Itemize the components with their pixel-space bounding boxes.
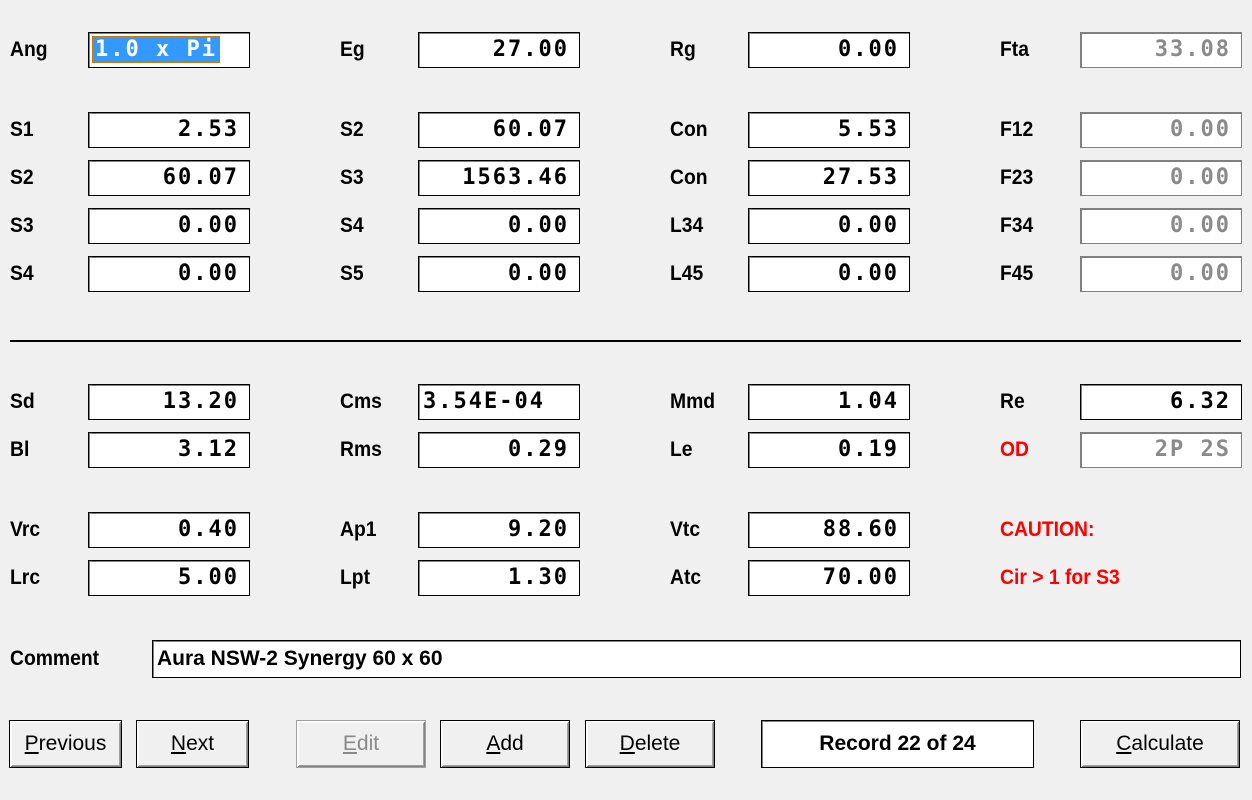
ang-label: Ang <box>10 38 48 61</box>
f12-field: 0.00 <box>1080 112 1242 148</box>
con-label: Con <box>670 118 708 141</box>
edit-hotkey: E <box>342 732 357 755</box>
delete-label: elete <box>634 732 681 755</box>
fta-field: 33.08 <box>1080 32 1242 68</box>
con-field[interactable]: 27.53 <box>748 160 910 196</box>
lrc-field[interactable]: 5.00 <box>88 560 250 596</box>
f45-field: 0.00 <box>1080 256 1242 292</box>
atc-field[interactable]: 70.00 <box>748 560 910 596</box>
ang-value-selected: 1.0 x Pi <box>93 37 219 62</box>
od-field: 2P 2S <box>1080 432 1242 468</box>
vrc-field[interactable]: 0.40 <box>88 512 250 548</box>
re-label: Re <box>1000 390 1025 413</box>
con-label: Con <box>670 166 708 189</box>
add-button[interactable]: Add <box>440 720 570 768</box>
s4-field[interactable]: 0.00 <box>418 208 580 244</box>
s2-field[interactable]: 60.07 <box>88 160 250 196</box>
ang-field[interactable]: 1.0 x Pi <box>88 32 250 68</box>
s4-field[interactable]: 0.00 <box>88 256 250 292</box>
vrc-label: Vrc <box>10 518 41 541</box>
previous-button[interactable]: Previous <box>9 720 122 768</box>
add-label: dd <box>500 732 524 755</box>
rg-field[interactable]: 0.00 <box>748 32 910 68</box>
le-field[interactable]: 0.19 <box>748 432 910 468</box>
next-label: ext <box>186 732 215 755</box>
s2-field[interactable]: 60.07 <box>418 112 580 148</box>
bl-field[interactable]: 3.12 <box>88 432 250 468</box>
section-divider <box>10 340 1241 342</box>
atc-label: Atc <box>670 566 702 589</box>
vtc-field[interactable]: 88.60 <box>748 512 910 548</box>
s1-field[interactable]: 2.53 <box>88 112 250 148</box>
f23-label: F23 <box>1000 166 1034 189</box>
l45-label: L45 <box>670 262 704 285</box>
s4-label: S4 <box>340 214 364 237</box>
lpt-label: Lpt <box>340 566 371 589</box>
s2-label: S2 <box>10 166 34 189</box>
lpt-field[interactable]: 1.30 <box>418 560 580 596</box>
next-hotkey: N <box>170 732 187 755</box>
rms-field[interactable]: 0.29 <box>418 432 580 468</box>
previous-label: revious <box>38 732 107 755</box>
s4-label: S4 <box>10 262 34 285</box>
l45-field[interactable]: 0.00 <box>748 256 910 292</box>
f34-label: F34 <box>1000 214 1034 237</box>
previous-hotkey: P <box>24 732 39 755</box>
record-indicator: Record 22 of 24 <box>761 720 1034 768</box>
comment-field[interactable]: Aura NSW-2 Synergy 60 x 60 <box>152 640 1241 678</box>
caution-title: CAUTION: <box>1000 518 1095 541</box>
eg-field[interactable]: 27.00 <box>418 32 580 68</box>
caution-message: Cir > 1 for S3 <box>1000 566 1120 589</box>
sd-field[interactable]: 13.20 <box>88 384 250 420</box>
s1-label: S1 <box>10 118 34 141</box>
cms-label: Cms <box>340 390 382 413</box>
s5-label: S5 <box>340 262 364 285</box>
rms-label: Rms <box>340 438 382 461</box>
f34-field: 0.00 <box>1080 208 1242 244</box>
ap1-label: Ap1 <box>340 518 377 541</box>
eg-label: Eg <box>340 38 365 61</box>
next-button[interactable]: Next <box>136 720 249 768</box>
mmd-label: Mmd <box>670 390 716 413</box>
fta-label: Fta <box>1000 38 1029 61</box>
f12-label: F12 <box>1000 118 1034 141</box>
s3-label: S3 <box>10 214 34 237</box>
delete-button[interactable]: Delete <box>585 720 715 768</box>
re-field[interactable]: 6.32 <box>1080 384 1242 420</box>
od-label: OD <box>1000 438 1029 461</box>
con-field[interactable]: 5.53 <box>748 112 910 148</box>
edit-label: dit <box>356 732 380 755</box>
calculate-hotkey: C <box>1116 732 1132 755</box>
s3-field[interactable]: 0.00 <box>88 208 250 244</box>
f23-field: 0.00 <box>1080 160 1242 196</box>
delete-hotkey: D <box>619 732 635 755</box>
ap1-field[interactable]: 9.20 <box>418 512 580 548</box>
calculate-label: alculate <box>1131 732 1204 755</box>
sd-label: Sd <box>10 390 35 413</box>
le-label: Le <box>670 438 693 461</box>
lrc-label: Lrc <box>10 566 41 589</box>
add-hotkey: A <box>486 732 501 755</box>
s3-label: S3 <box>340 166 364 189</box>
comment-label: Comment <box>10 647 100 670</box>
bl-label: Bl <box>10 438 30 461</box>
rg-label: Rg <box>670 38 696 61</box>
mmd-field[interactable]: 1.04 <box>748 384 910 420</box>
l34-field[interactable]: 0.00 <box>748 208 910 244</box>
edit-button: Edit <box>296 720 426 768</box>
cms-field[interactable]: 3.54E-04 <box>418 384 580 420</box>
calculate-button[interactable]: Calculate <box>1080 720 1240 768</box>
vtc-label: Vtc <box>670 518 701 541</box>
f45-label: F45 <box>1000 262 1034 285</box>
s5-field[interactable]: 0.00 <box>418 256 580 292</box>
s2-label: S2 <box>340 118 364 141</box>
l34-label: L34 <box>670 214 704 237</box>
s3-field[interactable]: 1563.46 <box>418 160 580 196</box>
